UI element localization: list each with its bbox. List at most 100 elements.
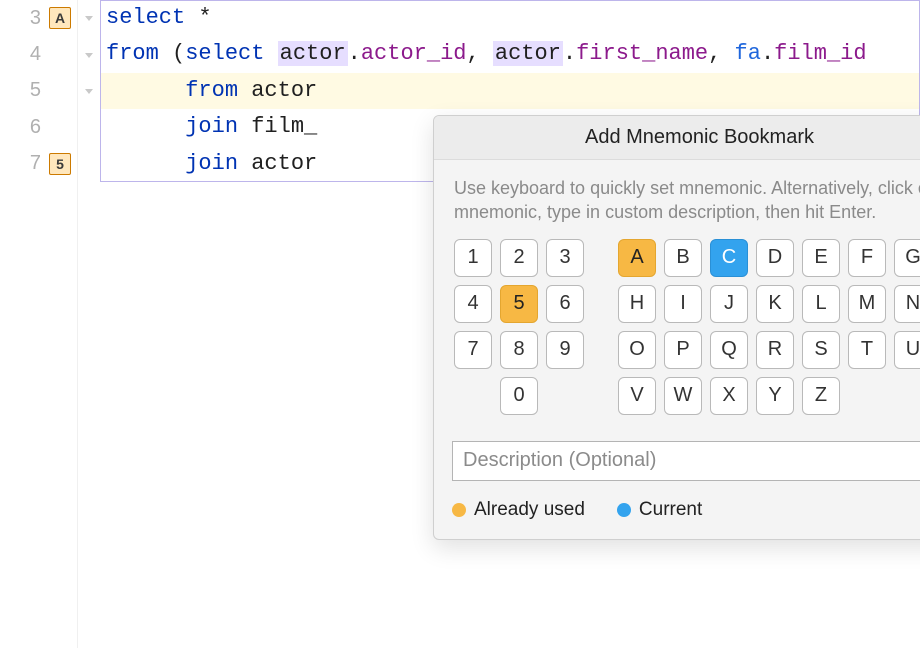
code-token: film_ [238,114,317,139]
mnemonic-key-1[interactable]: 1 [454,239,492,277]
bookmark-badge[interactable]: A [49,7,71,29]
code-line[interactable]: from (select actor.actor_id, actor.first… [100,36,920,72]
legend-current: Current [617,499,702,521]
mnemonic-key-O[interactable]: O [618,331,656,369]
mnemonic-key-2[interactable]: 2 [500,239,538,277]
code-token: first_name [576,41,708,66]
fold-toggle-icon[interactable] [82,11,96,25]
gutter-row: 6 [0,109,77,145]
legend-current-swatch-icon [617,503,631,517]
code-token: * [185,5,211,30]
mnemonic-key-K[interactable]: K [756,285,794,323]
line-number: 4 [21,43,41,66]
mnemonic-key-R[interactable]: R [756,331,794,369]
gutter-row: 5 [0,73,77,109]
code-token: actor [238,78,317,103]
fold-toggle-icon[interactable] [82,48,96,62]
mnemonic-key-F[interactable]: F [848,239,886,277]
code-line[interactable]: select * [100,0,920,36]
code-token: actor [493,41,563,66]
code-token: , [708,41,734,66]
gutter-row: 3A [0,0,77,36]
fold-column [78,0,100,648]
mnemonic-key-4[interactable]: 4 [454,285,492,323]
code-token: actor_id [361,41,467,66]
mnemonic-key-N[interactable]: N [894,285,920,323]
letter-group: VWXYZ [618,377,840,415]
letter-group: ABCDEFG [618,239,920,277]
code-token [264,41,277,66]
fold-row [78,36,100,72]
mnemonic-key-0[interactable]: 0 [500,377,538,415]
popup-title: Add Mnemonic Bookmark [434,116,920,160]
mnemonic-key-9[interactable]: 9 [546,331,584,369]
num-group: 456 [454,285,584,323]
mnemonic-key-6[interactable]: 6 [546,285,584,323]
code-token: from [106,41,159,66]
mnemonic-key-8[interactable]: 8 [500,331,538,369]
code-token: . [563,41,576,66]
mnemonic-key-W[interactable]: W [664,377,702,415]
legend-row: Already used Current [434,487,920,539]
line-number: 3 [21,7,41,30]
mnemonic-key-grid: 123ABCDEFG456HIJKLMN789OPQRSTU0VWXYZ [434,233,920,433]
code-token: film_id [774,41,866,66]
code-token: from [185,78,238,103]
code-token: select [185,41,264,66]
mnemonic-key-U[interactable]: U [894,331,920,369]
mnemonic-key-7[interactable]: 7 [454,331,492,369]
mnemonic-key-Z[interactable]: Z [802,377,840,415]
mnemonic-key-5[interactable]: 5 [500,285,538,323]
key-row: 0 VWXYZ [454,377,920,415]
mnemonic-key-P[interactable]: P [664,331,702,369]
mnemonic-key-G[interactable]: G [894,239,920,277]
mnemonic-key-X[interactable]: X [710,377,748,415]
code-line[interactable]: from actor [100,73,920,109]
code-token: , [466,41,492,66]
mnemonic-key-B[interactable]: B [664,239,702,277]
fold-row [78,109,100,145]
mnemonic-key-H[interactable]: H [618,285,656,323]
mnemonic-key-D[interactable]: D [756,239,794,277]
gutter: 3A45675 [0,0,78,648]
code-token [106,114,185,139]
code-token [106,151,185,176]
fold-row [78,0,100,36]
mnemonic-key-Q[interactable]: Q [710,331,748,369]
mnemonic-key-E[interactable]: E [802,239,840,277]
legend-current-label: Current [639,499,702,521]
editor-root: 3A45675 select *from (select actor.actor… [0,0,920,648]
letter-group: OPQRSTU [618,331,920,369]
mnemonic-key-Y[interactable]: Y [756,377,794,415]
mnemonic-key-3[interactable]: 3 [546,239,584,277]
code-token: . [761,41,774,66]
gutter-row: 75 [0,146,77,182]
key-row: 789OPQRSTU [454,331,920,369]
popup-help-text: Use keyboard to quickly set mnemonic. Al… [434,160,920,233]
mnemonic-key-L[interactable]: L [802,285,840,323]
key-row: 123ABCDEFG [454,239,920,277]
description-input[interactable] [452,441,920,481]
mnemonic-key-M[interactable]: M [848,285,886,323]
code-area[interactable]: select *from (select actor.actor_id, act… [100,0,920,648]
code-token: join [185,114,238,139]
bookmark-badge[interactable]: 5 [49,153,71,175]
mnemonic-key-C[interactable]: C [710,239,748,277]
mnemonic-key-J[interactable]: J [710,285,748,323]
description-row [434,433,920,487]
fold-toggle-icon[interactable] [82,84,96,98]
legend-used: Already used [452,499,585,521]
mnemonic-key-I[interactable]: I [664,285,702,323]
code-token: actor [238,151,317,176]
fold-row [78,146,100,182]
code-token: . [348,41,361,66]
mnemonic-popup: Add Mnemonic Bookmark Use keyboard to qu… [433,115,920,540]
code-token: select [106,5,185,30]
code-token: ( [159,41,185,66]
fold-row [78,73,100,109]
mnemonic-key-A[interactable]: A [618,239,656,277]
mnemonic-key-T[interactable]: T [848,331,886,369]
mnemonic-key-S[interactable]: S [802,331,840,369]
mnemonic-key-V[interactable]: V [618,377,656,415]
num-group: 0 [500,377,538,415]
